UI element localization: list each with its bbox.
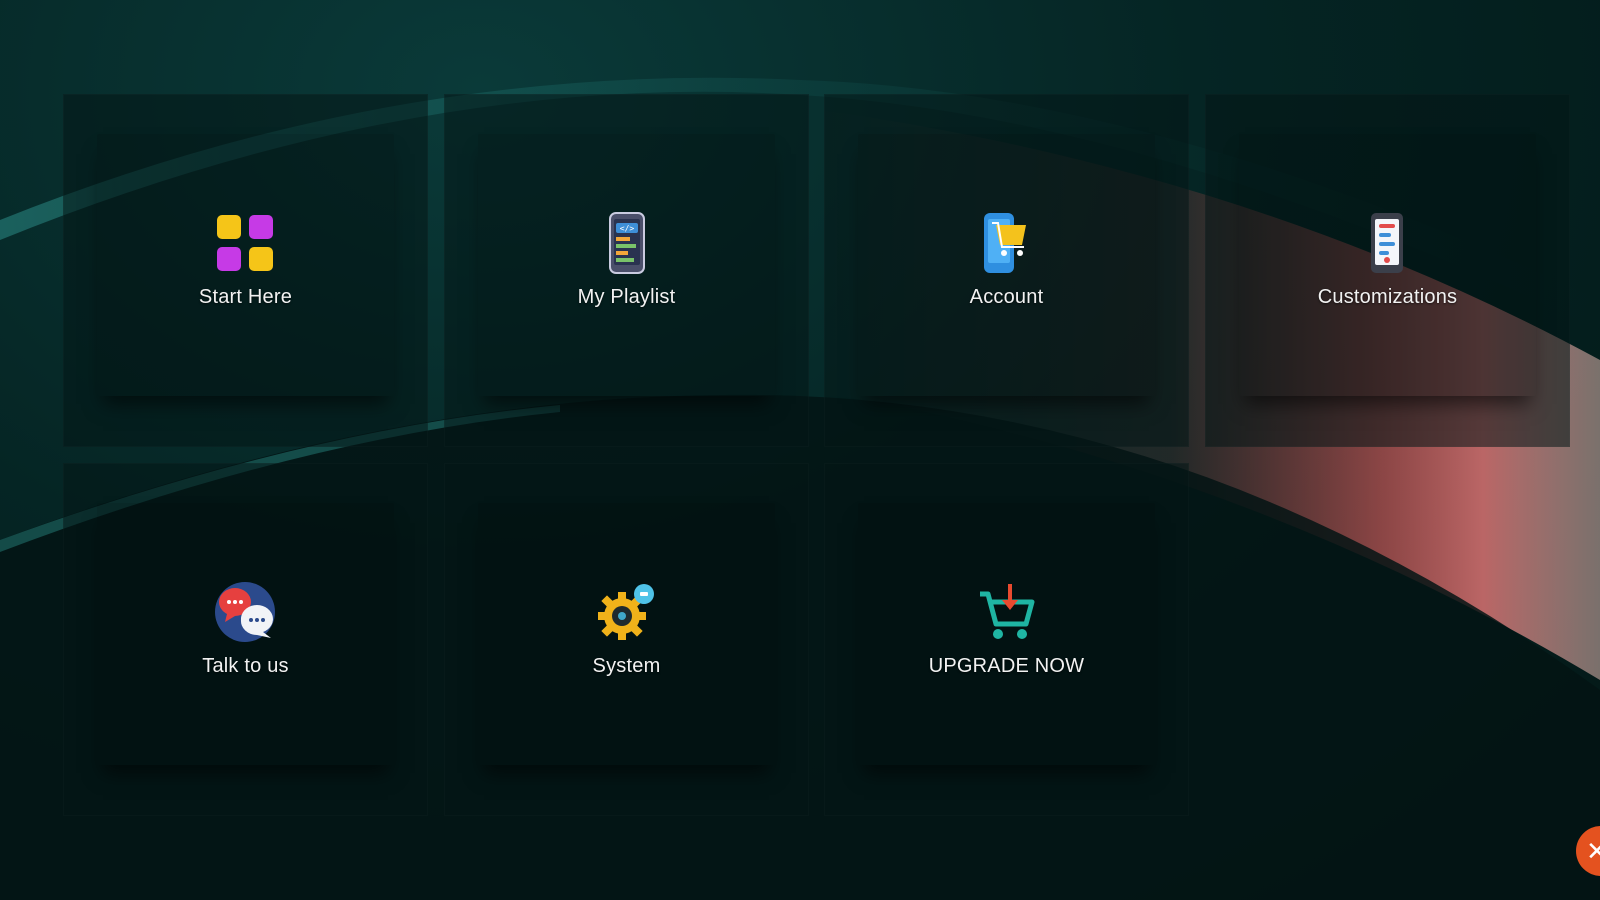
tile-my-playlist[interactable]: </> My Playlist [444, 94, 809, 447]
svg-text:</>: </> [620, 224, 635, 233]
tile-label: UPGRADE NOW [928, 655, 1085, 677]
launcher-screen: Start Here </> My Playlist Account Custo… [0, 0, 1600, 900]
tile-label: Account [969, 286, 1044, 308]
phone-code-icon: </> [609, 212, 645, 274]
tile-system[interactable]: System [444, 463, 809, 816]
tile-label: Start Here [198, 286, 293, 308]
tile-label: My Playlist [577, 286, 676, 308]
close-icon: ✕ [1586, 836, 1600, 866]
tile-talk-to-us[interactable]: Talk to us [63, 463, 428, 816]
cart-download-icon [980, 584, 1035, 639]
tile-label: Customizations [1317, 286, 1458, 308]
phone-cart-icon [984, 213, 1026, 273]
tile-label: System [592, 655, 661, 677]
gear-icon [598, 584, 654, 640]
tile-account[interactable]: Account [824, 94, 1189, 447]
tile-label: Talk to us [202, 655, 289, 677]
tile-upgrade-now[interactable]: UPGRADE NOW [824, 463, 1189, 816]
chat-bubbles-icon [215, 582, 275, 642]
tile-customizations[interactable]: Customizations [1205, 94, 1570, 447]
phone-sliders-icon [1371, 213, 1403, 273]
tile-start-here[interactable]: Start Here [63, 94, 428, 447]
grid-apps-icon [217, 215, 273, 271]
